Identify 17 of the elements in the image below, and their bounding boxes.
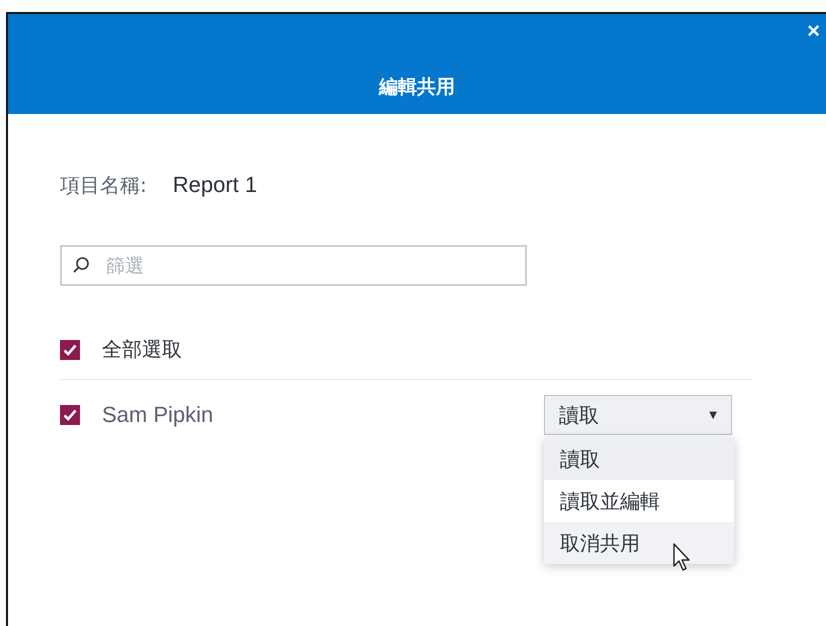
check-icon (63, 344, 77, 356)
cursor-icon (672, 542, 692, 572)
menu-option[interactable]: 讀取 (544, 438, 734, 480)
item-name-value: Report 1 (172, 172, 258, 198)
select-all-label: 全部選取 (102, 336, 182, 363)
item-name-label: 項目名稱: (60, 172, 147, 199)
search-icon (72, 256, 90, 274)
check-icon (63, 409, 77, 421)
menu-option[interactable]: 讀取並編輯 (544, 480, 734, 522)
filter-field[interactable]: 篩選 (60, 245, 527, 286)
permission-dropdown[interactable]: 讀取 ▼ (544, 395, 732, 435)
checkbox[interactable] (60, 405, 80, 425)
caret-icon: ▼ (709, 410, 717, 420)
close-button[interactable]: × (803, 20, 824, 42)
dialog-title: 編輯共用 (379, 75, 455, 100)
user-name: Sam Pipkin (102, 402, 214, 428)
checkbox[interactable] (60, 340, 80, 360)
